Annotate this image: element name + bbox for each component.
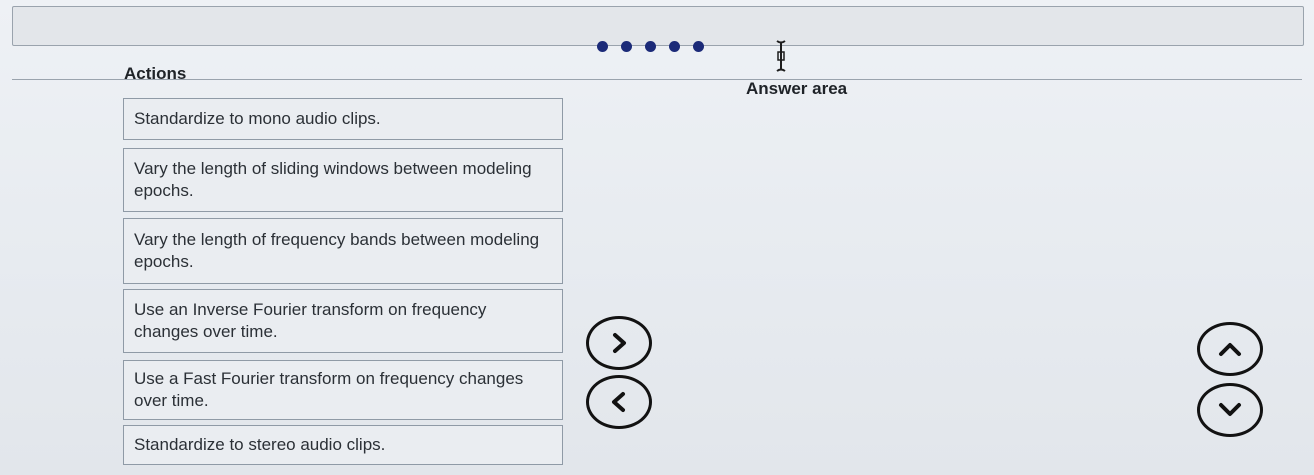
actions-heading: Actions bbox=[124, 64, 187, 83]
action-item-label: Standardize to mono audio clips. bbox=[134, 109, 381, 128]
move-right-button[interactable] bbox=[586, 316, 652, 370]
dot-icon bbox=[597, 41, 608, 52]
action-item-label: Vary the length of frequency bands betwe… bbox=[134, 230, 540, 271]
text-cursor-icon bbox=[774, 39, 788, 78]
action-item-label: Vary the length of sliding windows betwe… bbox=[134, 159, 532, 200]
drag-drop-question-screen: Actions Answer area Standardize to mono … bbox=[0, 0, 1314, 475]
action-item-label: Use a Fast Fourier transform on frequenc… bbox=[134, 369, 524, 410]
dot-icon bbox=[621, 41, 632, 52]
chevron-right-icon bbox=[613, 333, 626, 353]
action-item-inverse-fourier[interactable]: Use an Inverse Fourier transform on freq… bbox=[123, 289, 563, 353]
action-item-label: Use an Inverse Fourier transform on freq… bbox=[134, 300, 487, 341]
progress-dots bbox=[597, 41, 704, 52]
answer-area-heading: Answer area bbox=[746, 79, 848, 98]
move-up-button[interactable] bbox=[1197, 322, 1263, 376]
chevron-up-icon bbox=[1219, 343, 1241, 356]
move-left-button[interactable] bbox=[586, 375, 652, 429]
move-down-button[interactable] bbox=[1197, 383, 1263, 437]
chevron-left-icon bbox=[612, 392, 625, 412]
action-item-label: Standardize to stereo audio clips. bbox=[134, 435, 386, 454]
action-item-frequency-bands[interactable]: Vary the length of frequency bands betwe… bbox=[123, 218, 563, 284]
header-divider bbox=[12, 79, 1302, 80]
dot-icon bbox=[645, 41, 656, 52]
action-item-stereo[interactable]: Standardize to stereo audio clips. bbox=[123, 425, 563, 465]
action-item-fast-fourier[interactable]: Use a Fast Fourier transform on frequenc… bbox=[123, 360, 563, 420]
chevron-down-icon bbox=[1219, 403, 1241, 416]
action-item-sliding-windows[interactable]: Vary the length of sliding windows betwe… bbox=[123, 148, 563, 212]
action-item-mono[interactable]: Standardize to mono audio clips. bbox=[123, 98, 563, 140]
dot-icon bbox=[669, 41, 680, 52]
dot-icon bbox=[693, 41, 704, 52]
top-bar bbox=[12, 6, 1304, 46]
answer-area-dropzone[interactable] bbox=[660, 100, 1180, 460]
